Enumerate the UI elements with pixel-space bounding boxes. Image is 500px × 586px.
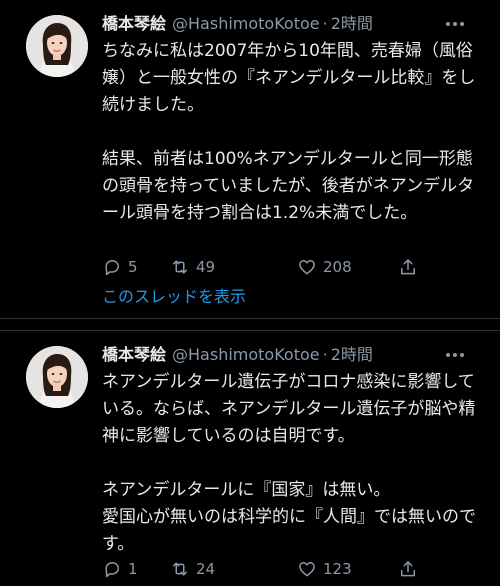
display-name[interactable]: 橋本琴絵 bbox=[102, 12, 166, 36]
show-thread-link[interactable]: このスレッドを表示 bbox=[102, 285, 246, 309]
reply-icon bbox=[105, 562, 119, 578]
share-button[interactable] bbox=[398, 559, 418, 579]
divider bbox=[0, 318, 500, 331]
user-handle[interactable]: @HashimotoKotoe bbox=[172, 343, 320, 367]
like-count: 208 bbox=[323, 258, 352, 276]
reply-button[interactable]: 1 bbox=[102, 559, 138, 579]
retweet-button[interactable]: 49 bbox=[170, 257, 215, 277]
reply-count: 1 bbox=[128, 560, 138, 578]
retweet-icon bbox=[173, 260, 187, 274]
tweet-actions: 1 24 123 bbox=[102, 556, 432, 582]
tweet-text: ネアンデルタール遺伝子がコロナ感染に影響している。ならば、ネアンデルタール遺伝子… bbox=[102, 372, 476, 554]
separator-dot: · bbox=[322, 14, 328, 33]
display-name[interactable]: 橋本琴絵 bbox=[102, 343, 166, 367]
heart-icon bbox=[299, 562, 315, 577]
like-button[interactable]: 208 bbox=[297, 257, 352, 277]
heart-icon bbox=[299, 260, 315, 275]
tweet-header: 橋本琴絵 @HashimotoKotoe · 2時間 bbox=[102, 12, 486, 36]
tweet-text: ちなみに私は2007年から10年間、売春婦（風俗嬢）と一般女性の『ネアンデルター… bbox=[102, 41, 476, 223]
retweet-count: 24 bbox=[196, 560, 216, 578]
tweet-2[interactable]: 橋本琴絵 @HashimotoKotoe · 2時間 ネアンデルタール遺伝子がコ… bbox=[0, 331, 500, 586]
separator-dot: · bbox=[322, 345, 328, 364]
reply-button[interactable]: 5 bbox=[102, 257, 138, 277]
avatar[interactable] bbox=[26, 346, 88, 408]
user-handle[interactable]: @HashimotoKotoe bbox=[172, 12, 320, 36]
share-icon bbox=[401, 561, 415, 577]
like-count: 123 bbox=[323, 560, 352, 578]
retweet-button[interactable]: 24 bbox=[170, 559, 215, 579]
retweet-count: 49 bbox=[196, 258, 216, 276]
share-icon bbox=[401, 259, 415, 275]
reply-count: 5 bbox=[128, 258, 138, 276]
more-icon[interactable] bbox=[446, 12, 464, 36]
avatar[interactable] bbox=[26, 15, 88, 77]
tweet-actions: 5 49 208 bbox=[102, 254, 432, 280]
retweet-icon bbox=[173, 562, 187, 576]
tweet-1[interactable]: 橋本琴絵 @HashimotoKotoe · 2時間 ちなみに私は2007年から… bbox=[0, 0, 500, 318]
tweet-header: 橋本琴絵 @HashimotoKotoe · 2時間 bbox=[102, 343, 486, 367]
timestamp[interactable]: 2時間 bbox=[331, 12, 373, 36]
timestamp[interactable]: 2時間 bbox=[331, 343, 373, 367]
more-icon[interactable] bbox=[446, 343, 464, 367]
share-button[interactable] bbox=[398, 257, 418, 277]
reply-icon bbox=[105, 260, 119, 276]
like-button[interactable]: 123 bbox=[297, 559, 352, 579]
